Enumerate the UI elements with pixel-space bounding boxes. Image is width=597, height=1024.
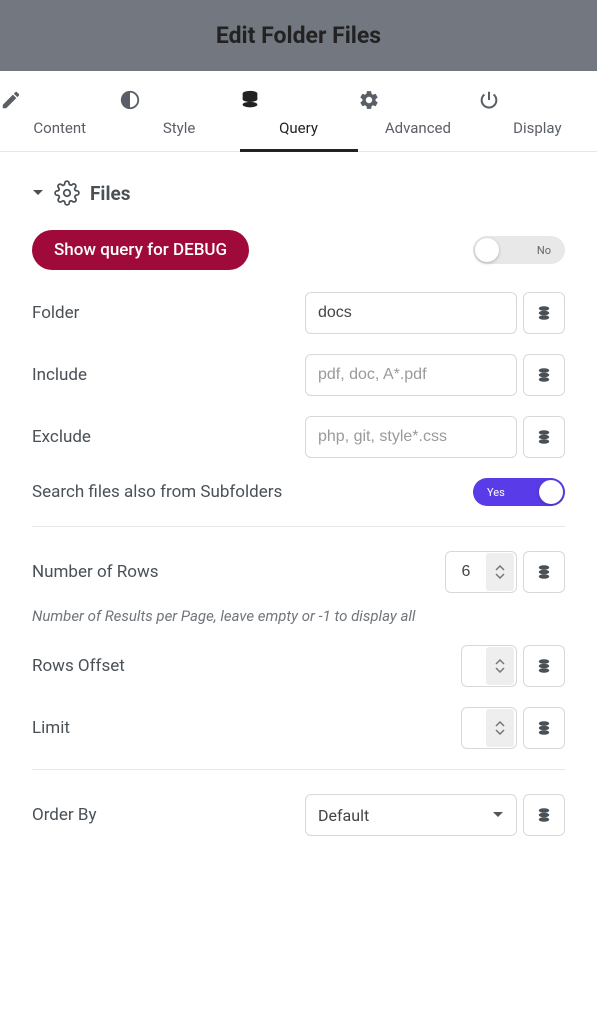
gear-icon	[358, 89, 477, 111]
include-input[interactable]	[305, 354, 517, 396]
chevron-down-icon	[495, 573, 505, 579]
subfolders-toggle[interactable]: Yes	[473, 478, 565, 506]
database-icon	[535, 304, 553, 322]
caret-down-icon	[492, 811, 504, 819]
query-panel: Files Show query for DEBUG No Folder Inc…	[0, 152, 597, 836]
rows-label: Number of Rows	[32, 562, 159, 582]
limit-stepper[interactable]	[486, 709, 514, 747]
divider	[32, 526, 565, 527]
tab-advanced-label: Advanced	[385, 119, 451, 137]
database-icon	[535, 366, 553, 384]
tab-display[interactable]: Display	[478, 71, 597, 151]
database-icon	[535, 657, 553, 675]
database-icon	[535, 563, 553, 581]
chevron-down-icon	[495, 729, 505, 735]
tabs-nav: Content Style Query Advanced Display	[0, 71, 597, 152]
debug-pill: Show query for DEBUG	[32, 230, 249, 270]
database-icon	[535, 806, 553, 824]
divider	[32, 769, 565, 770]
rows-input[interactable]	[446, 563, 486, 581]
limit-label: Limit	[32, 718, 70, 738]
tab-query[interactable]: Query	[239, 71, 358, 151]
folder-input[interactable]	[305, 292, 517, 334]
exclude-dynamic-button[interactable]	[523, 416, 565, 458]
include-label: Include	[32, 365, 87, 385]
subfolders-toggle-label: Yes	[487, 486, 505, 499]
database-icon	[535, 719, 553, 737]
offset-input[interactable]	[462, 657, 486, 675]
offset-stepper[interactable]	[486, 647, 514, 685]
folder-label: Folder	[32, 303, 79, 323]
limit-input-wrapper	[461, 707, 517, 749]
database-icon	[239, 89, 358, 111]
offset-label: Rows Offset	[32, 656, 125, 676]
panel-header: Edit Folder Files	[0, 0, 597, 71]
include-dynamic-button[interactable]	[523, 354, 565, 396]
section-title: Files	[90, 182, 131, 205]
power-icon	[478, 89, 597, 111]
database-icon	[535, 428, 553, 446]
tab-display-label: Display	[513, 119, 561, 137]
orderby-select[interactable]: Default	[305, 794, 517, 836]
tab-style[interactable]: Style	[119, 71, 238, 151]
rows-input-wrapper	[445, 551, 517, 593]
panel-title: Edit Folder Files	[0, 22, 597, 49]
folder-dynamic-button[interactable]	[523, 292, 565, 334]
chevron-up-icon	[495, 721, 505, 727]
offset-dynamic-button[interactable]	[523, 645, 565, 687]
pencil-icon	[0, 89, 119, 111]
subfolders-label: Search files also from Subfolders	[32, 482, 282, 502]
rows-dynamic-button[interactable]	[523, 551, 565, 593]
toggle-knob	[475, 238, 499, 262]
tab-content-label: Content	[33, 119, 86, 137]
tab-query-label: Query	[279, 119, 318, 137]
rows-helper: Number of Results per Page, leave empty …	[32, 607, 565, 625]
toggle-knob	[539, 480, 563, 504]
limit-dynamic-button[interactable]	[523, 707, 565, 749]
tab-style-label: Style	[163, 119, 196, 137]
section-header[interactable]: Files	[32, 180, 565, 206]
debug-toggle[interactable]: No	[473, 236, 565, 264]
orderby-value: Default	[318, 806, 369, 825]
debug-toggle-label: No	[537, 244, 551, 257]
rows-stepper[interactable]	[486, 553, 514, 591]
contrast-icon	[119, 89, 238, 111]
orderby-dynamic-button[interactable]	[523, 794, 565, 836]
tab-advanced[interactable]: Advanced	[358, 71, 477, 151]
orderby-label: Order By	[32, 805, 97, 825]
caret-down-icon	[32, 189, 44, 197]
limit-input[interactable]	[462, 719, 486, 737]
chevron-up-icon	[495, 659, 505, 665]
exclude-label: Exclude	[32, 427, 91, 447]
chevron-up-icon	[495, 565, 505, 571]
gear-outline-icon	[54, 180, 80, 206]
exclude-input[interactable]	[305, 416, 517, 458]
chevron-down-icon	[495, 667, 505, 673]
offset-input-wrapper	[461, 645, 517, 687]
tab-content[interactable]: Content	[0, 71, 119, 151]
